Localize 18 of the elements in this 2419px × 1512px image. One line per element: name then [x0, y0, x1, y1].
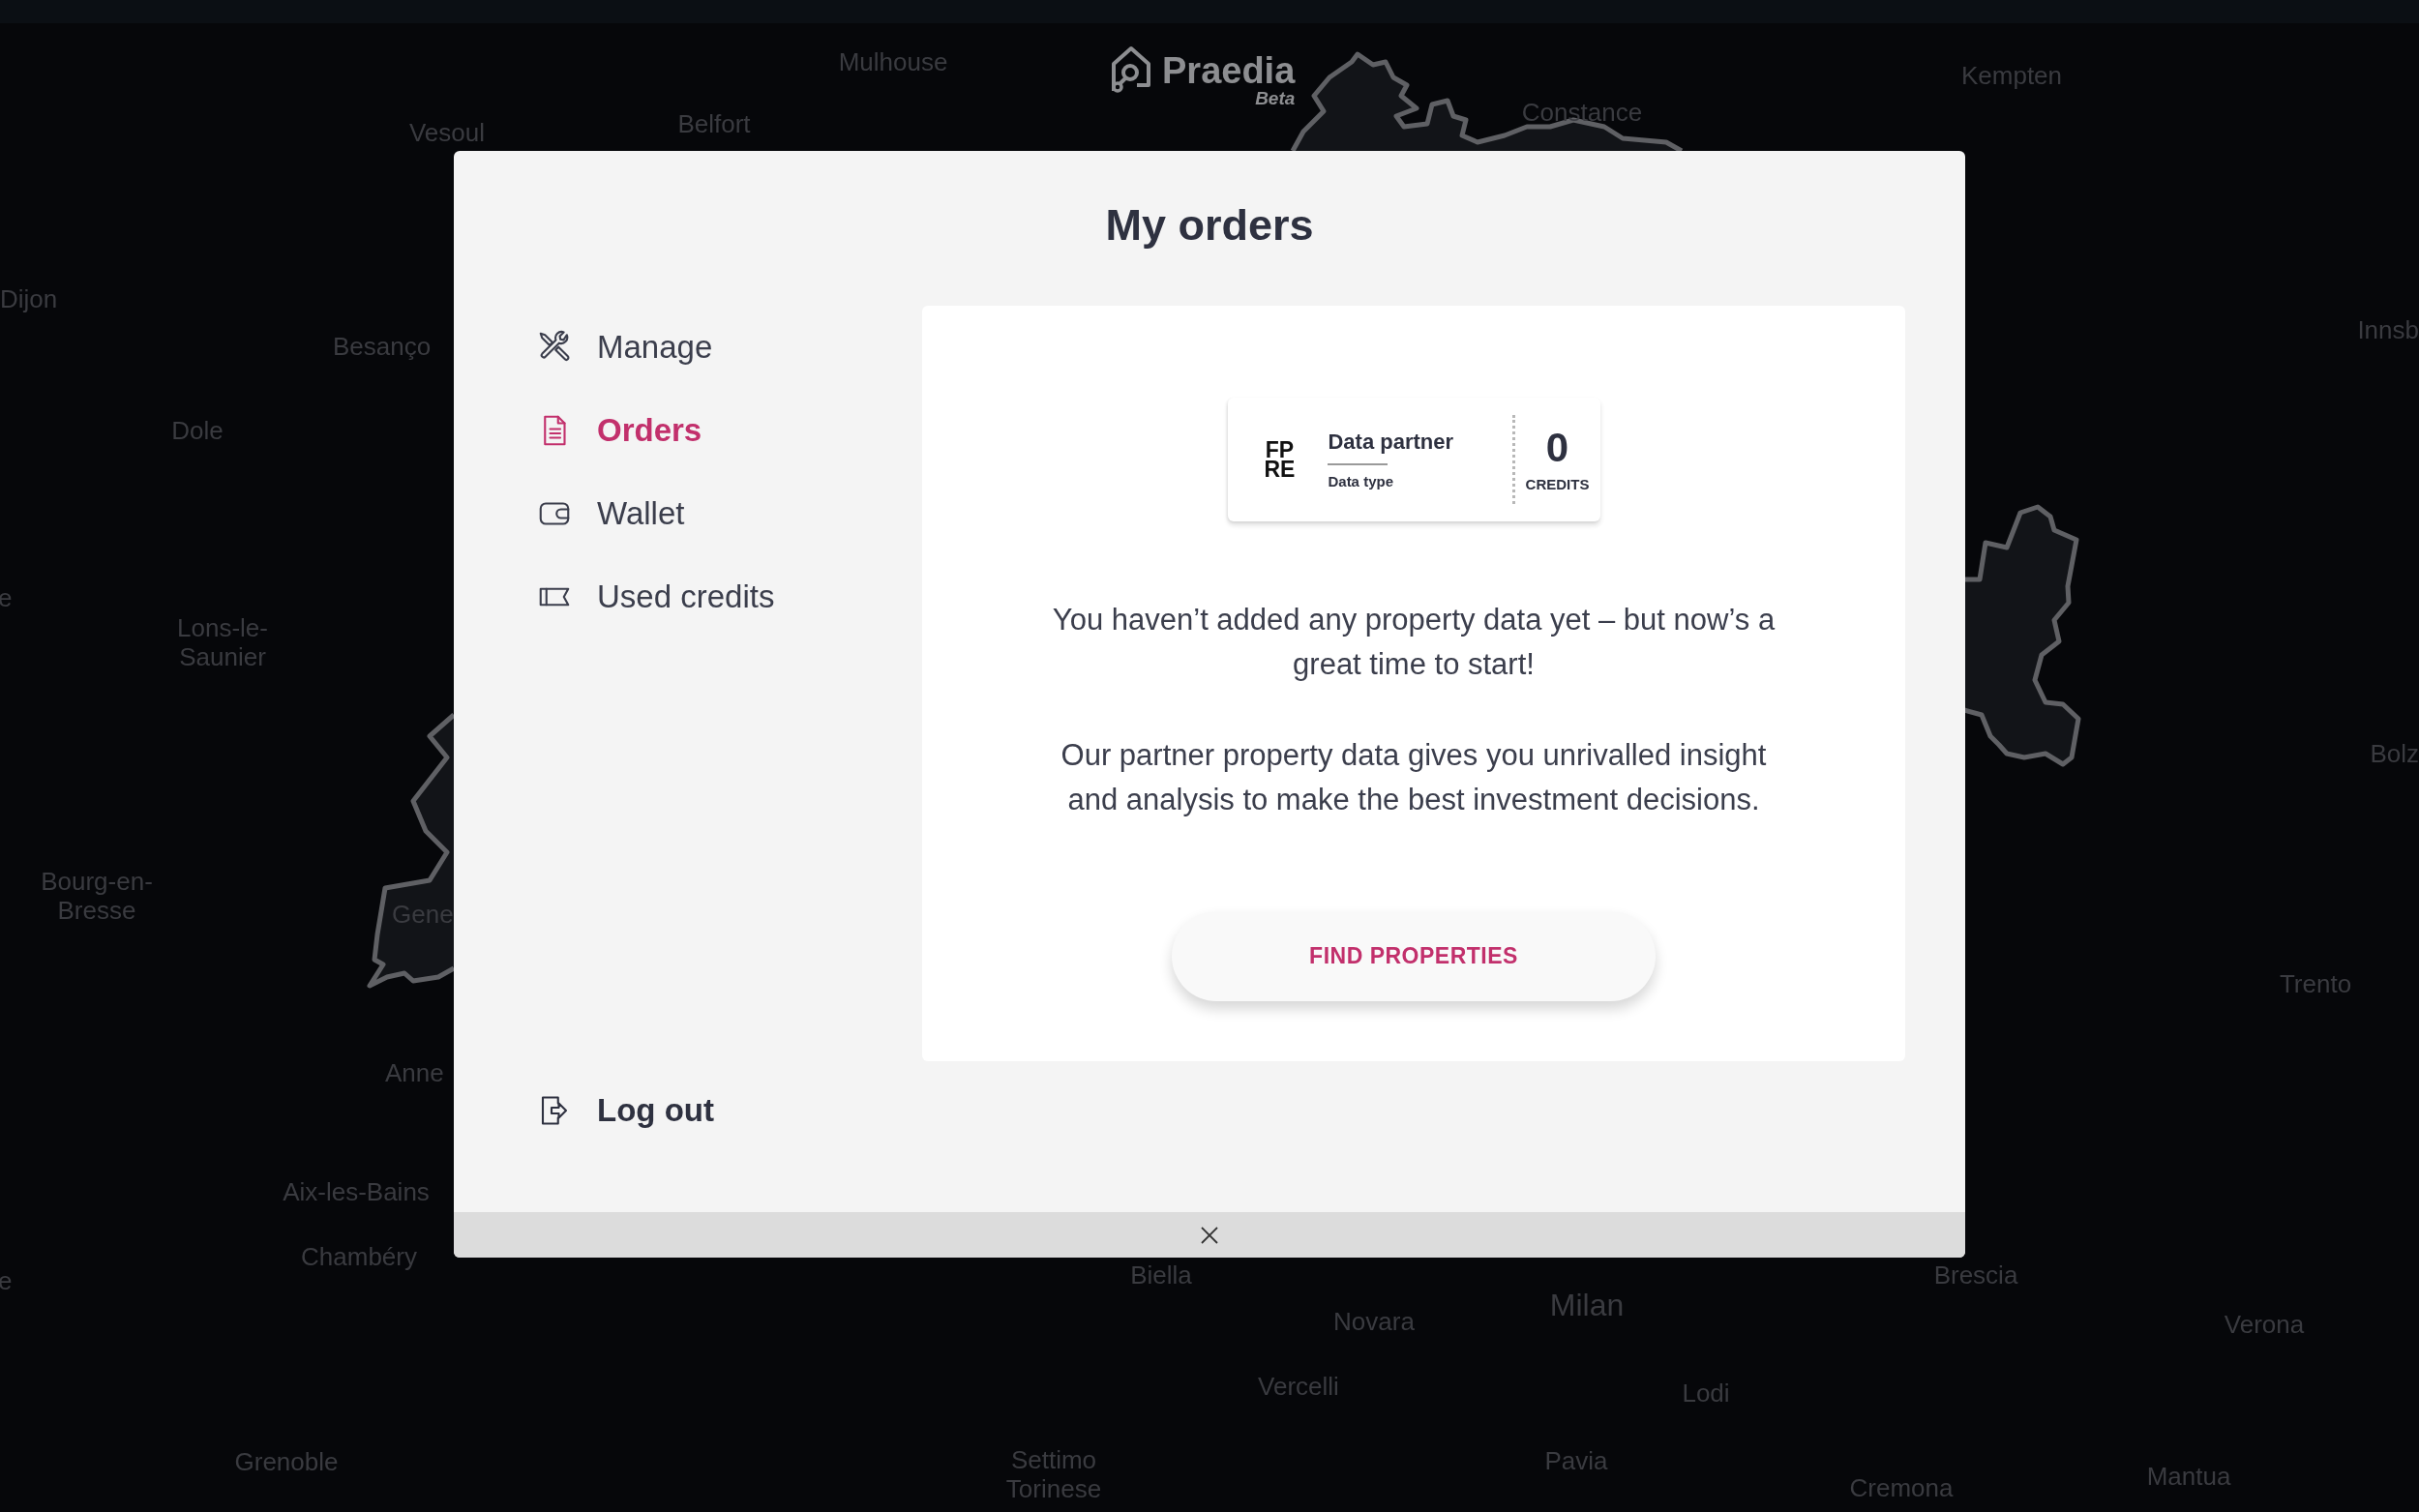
menu-item[interactable]: Orders — [537, 389, 702, 472]
credits-label: CREDITS — [1525, 476, 1590, 493]
find-properties-button[interactable]: FIND PROPERTIES — [1172, 911, 1656, 1001]
credit-count: 0 — [1545, 426, 1569, 470]
partner-name: Data partner — [1328, 429, 1454, 455]
logo-text: Praedia — [1162, 50, 1296, 91]
dialog-title: My orders — [1104, 199, 1315, 252]
menu-item[interactable]: Manage — [537, 306, 713, 389]
empty-state-message: You haven’t added any property data yet – but now’s a great time to start! — [1051, 602, 1777, 683]
logout-link[interactable]: Log out — [537, 1082, 714, 1140]
empty-state-message: Our partner property data gives you unrivalled insight and analysis to make the best investment decisions. — [1060, 737, 1768, 818]
close-button[interactable] — [454, 1212, 1965, 1258]
partner-logo: FP RE — [1264, 440, 1296, 479]
data-type-label: Data type — [1328, 472, 1393, 490]
close-icon — [1200, 1225, 1219, 1245]
beta-tag: Beta — [1255, 89, 1296, 108]
menu-item[interactable]: Used credits — [537, 555, 775, 638]
menu-item[interactable]: Wallet — [537, 472, 685, 555]
